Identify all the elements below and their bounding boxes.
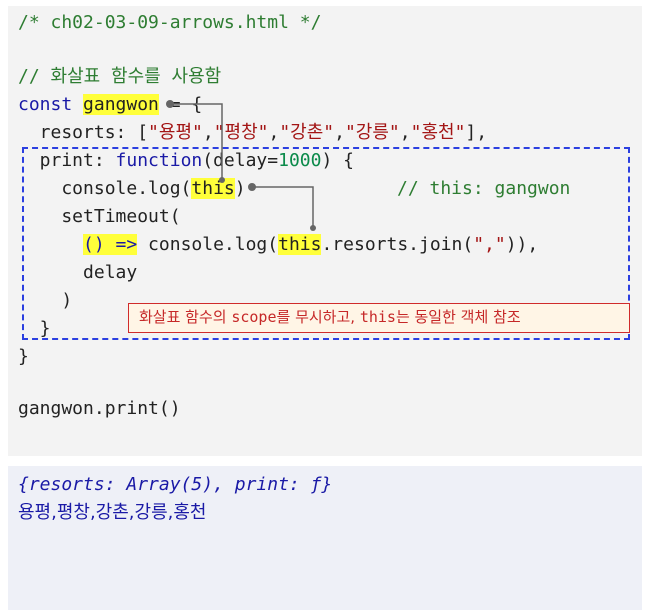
comma: , bbox=[202, 122, 214, 143]
assign-brace: = { bbox=[158, 94, 203, 115]
note-text-1: 화살표 함수의 bbox=[139, 308, 232, 326]
const-declaration-line: const gangwon = { bbox=[18, 93, 202, 117]
gangwon-print-call: gangwon.print() bbox=[18, 398, 181, 419]
note-scope: scope bbox=[231, 308, 277, 326]
comma: , bbox=[268, 122, 280, 143]
output-object-line: {resorts: Array(5), print: ƒ} bbox=[18, 474, 333, 495]
output-resorts-line: 용평,평창,강촌,강릉,홍천 bbox=[18, 502, 207, 523]
resort-item: "평창" bbox=[213, 122, 269, 143]
resort-item: "용평" bbox=[148, 122, 203, 143]
resort-item: "홍천" bbox=[410, 122, 466, 143]
note-this: this bbox=[359, 308, 396, 326]
gangwon-identifier: gangwon bbox=[83, 94, 159, 115]
resort-item: "강촌" bbox=[279, 122, 335, 143]
note-text-3: 는 동일한 객체 참조 bbox=[395, 308, 521, 326]
resorts-close: ], bbox=[465, 122, 488, 143]
comma: , bbox=[399, 122, 411, 143]
object-close-brace: } bbox=[18, 346, 29, 367]
resort-item: "강릉" bbox=[344, 122, 400, 143]
resorts-line: resorts: ["용평","평창","강촌","강릉","홍천"], bbox=[18, 121, 487, 145]
note-text-2: 를 무시하고, bbox=[276, 308, 360, 326]
resorts-key: resorts: [ bbox=[18, 122, 149, 143]
scope-explanation-note: 화살표 함수의 scope를 무시하고, this는 동일한 객체 참조 bbox=[128, 303, 630, 333]
file-comment: /* ch02-03-09-arrows.html */ bbox=[18, 12, 322, 33]
arrow-function-comment: // 화살표 함수를 사용함 bbox=[18, 66, 222, 87]
const-keyword: const bbox=[18, 94, 73, 115]
comma: , bbox=[334, 122, 345, 143]
